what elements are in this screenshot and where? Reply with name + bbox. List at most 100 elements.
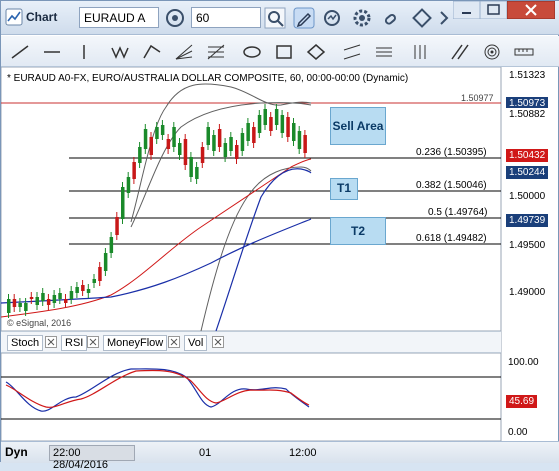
candle (246, 123, 250, 141)
candle (121, 187, 125, 219)
candle (223, 143, 228, 157)
target-tool-icon[interactable] (481, 42, 503, 62)
candle (206, 127, 210, 145)
candle (189, 157, 193, 177)
parallel-lines-tool-icon[interactable] (449, 42, 471, 62)
candle (46, 299, 51, 305)
candle (92, 279, 96, 283)
price-tag: 1.49739 (506, 214, 549, 227)
chart-header: * EURAUD A0-FX, EURO/AUSTRALIA DOLLAR CO… (7, 73, 409, 84)
trendline-tool-icon[interactable] (9, 42, 31, 62)
elliott-wave-tool-icon[interactable] (109, 42, 131, 62)
price-tag: 1.49000 (506, 286, 549, 299)
link-icon[interactable] (381, 7, 403, 29)
candle (35, 297, 39, 305)
close-icon[interactable] (212, 336, 224, 348)
candle (183, 139, 188, 165)
regression-tool-icon[interactable] (373, 42, 395, 62)
tab-vol[interactable]: Vol (184, 335, 208, 351)
candle (52, 295, 57, 303)
drawing-toolbar (1, 36, 559, 67)
settings-icon[interactable] (164, 7, 186, 29)
diamond-tool-icon[interactable] (305, 42, 327, 62)
close-icon[interactable] (87, 336, 99, 348)
candle (160, 125, 165, 135)
candle (229, 137, 233, 151)
tab-moneyflow[interactable]: MoneyFlow (103, 335, 168, 351)
candle (143, 129, 148, 149)
ruler-tool-icon[interactable] (513, 42, 535, 62)
ellipse-tool-icon[interactable] (241, 42, 263, 62)
more-icon[interactable] (433, 7, 455, 29)
time-tick-01: 01 (199, 447, 212, 459)
candle (252, 127, 256, 143)
candle (86, 289, 91, 293)
stoch-axis-100: 100.00 (508, 357, 539, 368)
price-tag: 1.50244 (506, 166, 549, 179)
rectangle-tool-icon[interactable] (273, 42, 295, 62)
pitchfork-tool-icon[interactable] (141, 42, 163, 62)
chart-canvas[interactable] (1, 67, 559, 441)
candle (286, 117, 290, 137)
window-title: Chart (26, 10, 58, 24)
chart-window: Chart EURAUD A 60 * EURAUD A0-FX, EURO/A… (0, 0, 559, 471)
candle (235, 145, 239, 159)
sell-area-zone[interactable]: Sell Area (330, 107, 386, 145)
candle (29, 297, 34, 299)
candle (240, 133, 245, 151)
candle (132, 162, 136, 179)
indicator-tabs: Stoch RSI MoneyFlow Vol (1, 331, 501, 353)
chart-area[interactable]: * EURAUD A0-FX, EURO/AUSTRALIA DOLLAR CO… (1, 67, 559, 441)
candle (303, 135, 307, 153)
fib-label-618: 0.618 (1.49482) (416, 233, 487, 244)
interval-input[interactable]: 60 (191, 7, 261, 28)
t1-zone[interactable]: T1 (330, 178, 358, 200)
price-tag: 1.50000 (506, 190, 549, 203)
t2-zone[interactable]: T2 (330, 217, 386, 245)
dropdown-icon[interactable] (264, 7, 286, 29)
candle (292, 123, 296, 141)
price-tag: 1.51323 (506, 69, 549, 82)
time-cycle-tool-icon[interactable] (409, 42, 431, 62)
vertical-line-tool-icon[interactable] (73, 42, 95, 62)
high-marker: 1.50977 (461, 93, 494, 103)
tab-stoch[interactable]: Stoch (7, 335, 44, 351)
horizontal-line-tool-icon[interactable] (41, 42, 63, 62)
maximize-button[interactable] (480, 1, 507, 19)
candle (109, 237, 114, 253)
stoch-axis-0: 0.00 (508, 427, 528, 438)
candle (7, 299, 11, 313)
candle (12, 299, 17, 307)
candle (149, 137, 153, 155)
refresh-icon[interactable] (321, 7, 343, 29)
symbol-input[interactable]: EURAUD A (79, 7, 159, 28)
chart-icon (5, 8, 23, 26)
stoch-value-tag: 45.69 (506, 395, 538, 408)
fib-label-382: 0.382 (1.50046) (416, 180, 487, 191)
title-bar: Chart EURAUD A 60 (1, 1, 559, 35)
candle (103, 253, 108, 271)
dynamic-mode-label[interactable]: Dyn (5, 445, 28, 459)
channel-tool-icon[interactable] (341, 42, 363, 62)
candle (217, 129, 222, 147)
candle (69, 291, 74, 299)
candle (24, 303, 28, 311)
candle (178, 143, 182, 155)
minimize-button[interactable] (453, 1, 480, 19)
gear-icon[interactable] (351, 7, 373, 29)
tab-rsi[interactable]: RSI (61, 335, 88, 351)
fib-fan-tool-icon[interactable] (173, 42, 195, 62)
draw-tool-icon[interactable] (411, 7, 433, 29)
candle (195, 167, 199, 179)
candle (81, 285, 85, 291)
candle (200, 147, 205, 163)
fib-retracement-tool-icon[interactable] (205, 42, 227, 62)
close-button[interactable] (507, 1, 555, 19)
close-icon[interactable] (168, 336, 180, 348)
price-tag: 1.50882 (506, 108, 549, 121)
candle (280, 115, 285, 133)
price-tag: 1.50432 (506, 149, 549, 162)
pencil-icon[interactable] (293, 7, 315, 29)
close-icon[interactable] (45, 336, 57, 348)
candle (263, 109, 267, 125)
